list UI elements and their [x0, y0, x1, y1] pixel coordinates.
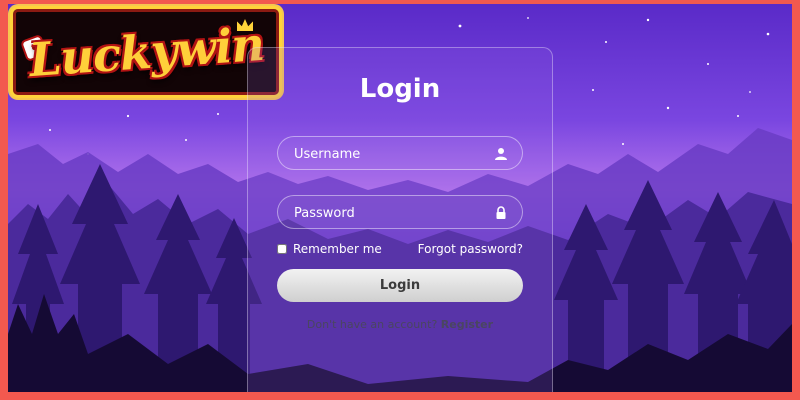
login-title: Login: [359, 74, 441, 104]
remember-me[interactable]: Remember me: [277, 242, 382, 256]
user-icon: [495, 148, 507, 160]
no-account-text: Don't have an account?: [306, 318, 438, 331]
login-screen: Luckywin Login Remember me Forgot passwo…: [8, 4, 792, 392]
lock-icon: [496, 206, 506, 219]
remember-me-checkbox[interactable]: [277, 244, 287, 254]
login-button[interactable]: Login: [277, 269, 523, 302]
login-panel: Login Remember me Forgot password? Login: [247, 47, 553, 392]
password-field[interactable]: [277, 195, 523, 230]
register-prompt: Don't have an account? Register: [248, 318, 552, 331]
username-field[interactable]: [277, 136, 523, 171]
forgot-password-link[interactable]: Forgot password?: [418, 242, 523, 256]
username-input[interactable]: [292, 137, 486, 171]
register-link[interactable]: Register: [441, 318, 493, 331]
logo-wordmark: Luckywin: [26, 16, 266, 88]
luckywin-logo[interactable]: Luckywin: [10, 6, 282, 98]
password-input[interactable]: [292, 196, 486, 230]
options-row: Remember me Forgot password?: [277, 242, 523, 258]
remember-me-label: Remember me: [293, 242, 382, 256]
